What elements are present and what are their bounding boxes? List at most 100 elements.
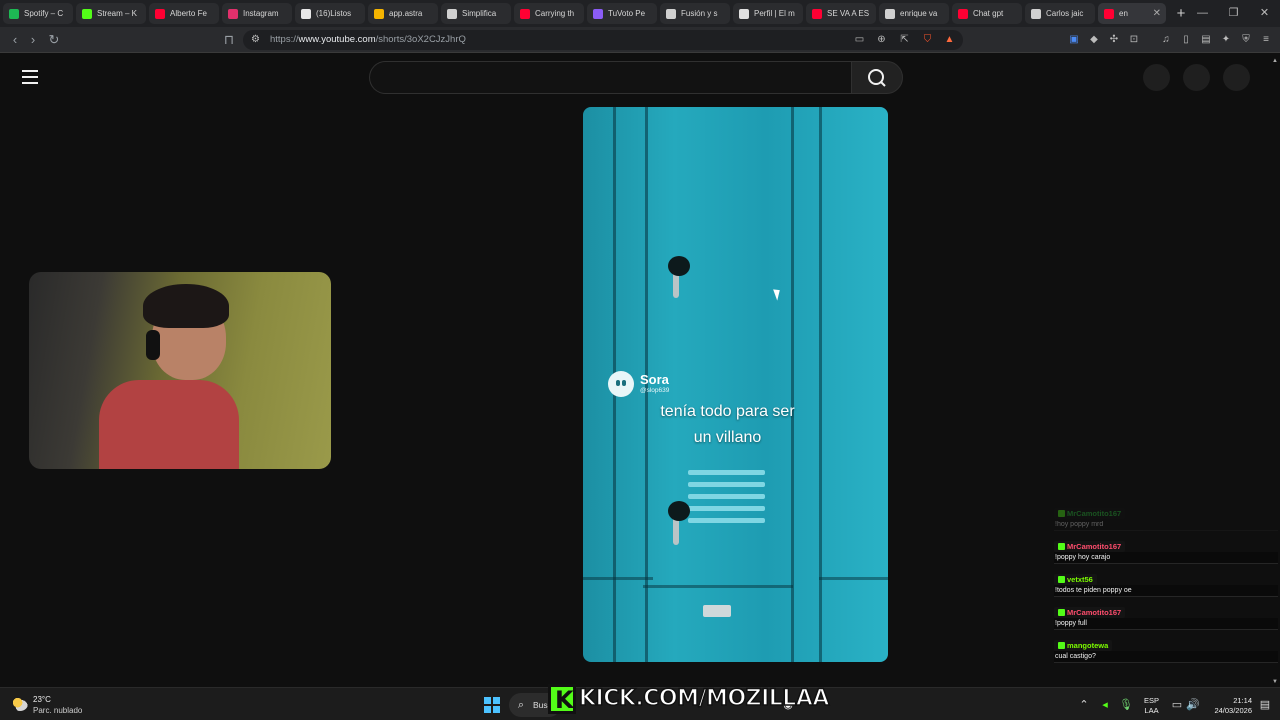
tab-favicon-icon	[82, 8, 92, 19]
start-button[interactable]	[484, 697, 500, 713]
screenshot-icon[interactable]: ⊡	[1128, 34, 1140, 46]
tab-favicon-icon	[666, 8, 676, 19]
browser-tab[interactable]: (16)Listos	[295, 3, 365, 24]
chat-username-text: MrCamotito167	[1067, 509, 1122, 518]
weather-description[interactable]: Parc. nublado	[33, 706, 82, 715]
browser-tab-strip: Spotify – C Stream – K Alberto Fe Instagram…	[0, 0, 1280, 27]
notification-center-icon[interactable]: ▤	[1258, 698, 1272, 712]
tab-favicon-icon	[9, 8, 19, 19]
cast-icon[interactable]: ▭	[853, 33, 866, 46]
browser-tab[interactable]: SE VA A ES	[806, 3, 876, 24]
browser-tab[interactable]: Fusión y s	[660, 3, 730, 24]
locker-lock	[668, 501, 690, 521]
clock[interactable]: 21:14 24/03/2026	[1208, 696, 1252, 716]
browser-tab[interactable]: TuVoto Pe	[587, 3, 657, 24]
brave-shields-icon[interactable]: ⛉	[921, 33, 934, 46]
bookmark-icon[interactable]: ⊓	[220, 31, 238, 49]
tab-label: SE VA A ES	[827, 9, 870, 18]
tab-label: Perfil | El m	[754, 9, 795, 18]
tray-app-icon[interactable]: ◂	[1098, 698, 1112, 712]
search-icon	[868, 69, 886, 87]
tab-label: Spotify – C	[24, 9, 64, 18]
translate-icon[interactable]: ▣	[1068, 34, 1080, 46]
author-name[interactable]: Sora	[640, 372, 669, 387]
chat-badge-icon	[1058, 510, 1065, 517]
menu-icon[interactable]: ≡	[1260, 34, 1272, 46]
chat-message: !todos te piden poppy oe	[1054, 585, 1278, 597]
hidden-icons-chevron-icon[interactable]: ⌃	[1077, 698, 1091, 712]
puzzle-icon[interactable]: ✣	[1108, 34, 1120, 46]
site-settings-icon[interactable]: ⚙	[249, 33, 262, 46]
leo-ai-icon[interactable]: ✦	[1220, 34, 1232, 46]
tab-favicon-icon	[885, 8, 895, 19]
vpn-icon[interactable]: ⛨	[1240, 34, 1252, 46]
close-window-icon[interactable]: ✕	[1249, 0, 1280, 27]
chat-username-text: vetxt56	[1067, 575, 1093, 584]
chat-username[interactable]: vetxt56	[1054, 574, 1097, 585]
hamburger-menu-icon[interactable]	[22, 70, 38, 84]
url-bar[interactable]: ⚙ https://www.youtube.com/shorts/3oX2CJz…	[243, 30, 963, 50]
tab-label: Chat gpt	[973, 9, 1004, 18]
network-icon[interactable]: ▭	[1170, 698, 1184, 712]
tab-label: Carrying th	[535, 9, 575, 18]
chat-username[interactable]: mangotewa	[1054, 640, 1113, 651]
sidebar-icon[interactable]: ▯	[1180, 34, 1192, 46]
tab-label: enrique va	[900, 9, 938, 18]
volume-icon[interactable]: 🔊	[1186, 698, 1200, 712]
chat-username[interactable]: MrCamotito167	[1054, 541, 1126, 552]
maximize-icon[interactable]: ❐	[1218, 0, 1249, 27]
browser-tab[interactable]: Simplifica	[441, 3, 511, 24]
kick-logo-icon	[548, 684, 576, 714]
tab-label: Simplifica	[462, 9, 497, 18]
browser-tab[interactable]: Perfil | El m	[733, 3, 803, 24]
brave-rewards-icon[interactable]: ▲	[943, 33, 956, 46]
forward-icon[interactable]: ›	[24, 31, 42, 49]
back-icon[interactable]: ‹	[6, 31, 24, 49]
avatar[interactable]	[1223, 64, 1250, 91]
microphone-icon[interactable]: 🎙	[1119, 698, 1133, 712]
browser-tab[interactable]: Spotify – C	[3, 3, 73, 24]
share-icon[interactable]: ⇱	[898, 33, 911, 46]
chat-username-text: MrCamotito167	[1067, 542, 1122, 551]
scrollbar-down-icon[interactable]: ▼	[1272, 679, 1278, 685]
chat-badge-icon	[1058, 543, 1065, 550]
weather-icon[interactable]	[12, 697, 28, 711]
url-text[interactable]: https://www.youtube.com/shorts/3oX2CJzJh…	[270, 34, 466, 45]
search-button[interactable]	[851, 61, 903, 94]
notifications-button[interactable]	[1183, 64, 1210, 91]
zoom-icon[interactable]: ⊕	[875, 33, 888, 46]
browser-tab[interactable]: enrique va	[879, 3, 949, 24]
reload-icon[interactable]: ↻	[45, 31, 63, 49]
close-tab-icon[interactable]: ✕	[1153, 8, 1161, 19]
wallet-icon[interactable]: ▤	[1200, 34, 1212, 46]
browser-tab[interactable]: Carrying th	[514, 3, 584, 24]
sora-logo-icon	[608, 371, 634, 397]
tab-favicon-icon	[1031, 8, 1041, 19]
scrollbar-up-icon[interactable]: ▲	[1272, 58, 1278, 64]
music-icon[interactable]: ♫	[1160, 34, 1172, 46]
minimize-icon[interactable]: —	[1187, 0, 1218, 27]
search-input[interactable]	[369, 61, 851, 94]
chat-username[interactable]: MrCamotito167	[1054, 607, 1126, 618]
extension-icon[interactable]: ◆	[1088, 34, 1100, 46]
tab-label: app.astra	[389, 9, 423, 18]
browser-tab[interactable]: Stream – K	[76, 3, 146, 24]
headphones-icon	[146, 330, 160, 360]
tab-favicon-icon	[958, 8, 968, 19]
chat-username[interactable]: MrCamotito167	[1054, 508, 1126, 519]
browser-tab[interactable]: Instagram	[222, 3, 292, 24]
browser-tab[interactable]: app.astra	[368, 3, 438, 24]
browser-tab[interactable]: Alberto Fe	[149, 3, 219, 24]
input-language[interactable]: ESP LAA	[1144, 696, 1159, 716]
search-icon: ⌕	[517, 699, 525, 711]
temperature[interactable]: 23°C	[33, 695, 51, 704]
create-button[interactable]	[1143, 64, 1170, 91]
tab-favicon-icon	[155, 8, 165, 19]
tab-label: TuVoto Pe	[608, 9, 646, 18]
locker-vent	[688, 518, 765, 523]
browser-tab[interactable]: Carlos jaic	[1025, 3, 1095, 24]
browser-tab[interactable]: en ✕	[1098, 3, 1166, 24]
tab-favicon-icon	[520, 8, 530, 19]
chat-username-text: mangotewa	[1067, 641, 1109, 650]
browser-tab[interactable]: Chat gpt	[952, 3, 1022, 24]
